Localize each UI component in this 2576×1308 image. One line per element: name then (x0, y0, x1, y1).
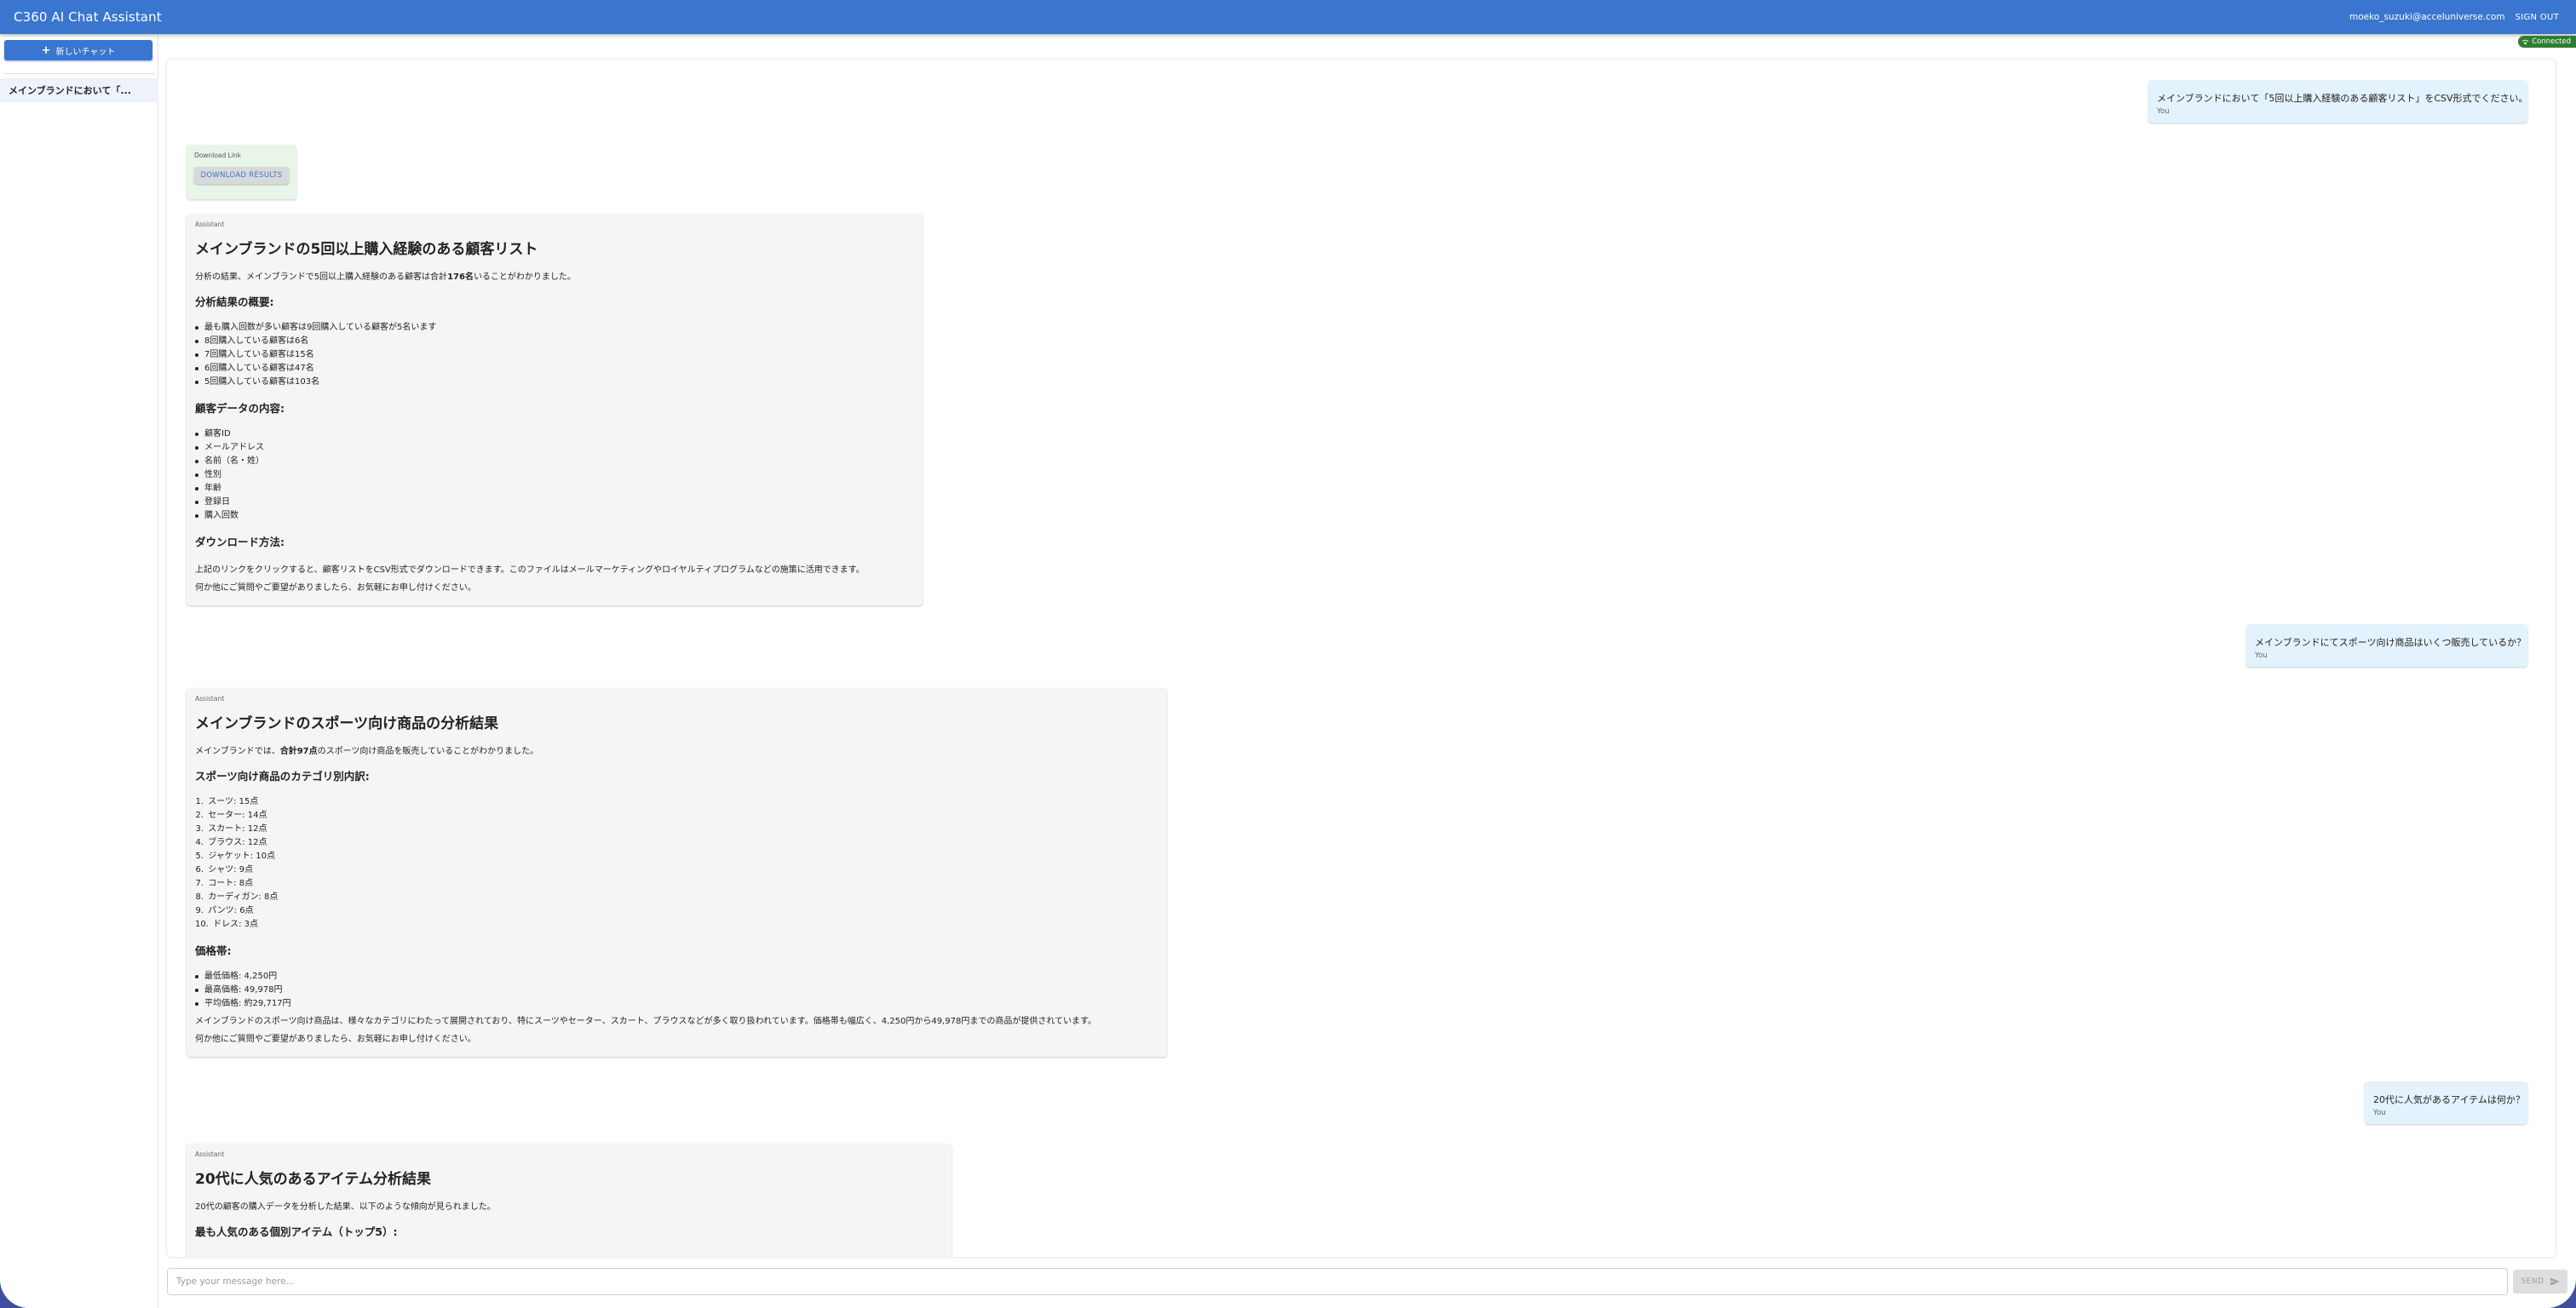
list-item: 5回購入している顧客は103名 (195, 376, 914, 389)
list-item: 10. ドレス: 3点 (195, 920, 259, 929)
message-author: Assistant (195, 221, 225, 228)
download-link-message: Download Link DOWNLOAD RESULTS (187, 145, 296, 199)
list-item: 8回購入している顧客は6名 (195, 335, 914, 348)
user-message-text: 20代に人気があるアイテムは何か？ (2373, 1094, 2525, 1105)
list-item: 6. シャツ: 9点 (195, 865, 254, 875)
message-author: You (2373, 1109, 2386, 1117)
download-link-label: Download Link (194, 152, 242, 159)
section-heading: スポーツ向け商品のカテゴリ別内訳: (195, 770, 370, 783)
user-message: メインブランドにおいて「5回以上購入経験のある顧客リスト」をCSV形式でください… (2148, 80, 2528, 123)
message-author: Assistant (195, 1150, 225, 1158)
send-icon (2550, 1277, 2560, 1286)
list-item: メールアドレス (195, 441, 914, 455)
sidebar-divider (4, 73, 154, 74)
user-message-text: メインブランドにおいて「5回以上購入経験のある顧客リスト」をCSV形式でください… (2157, 93, 2528, 104)
user-message-text: メインブランドにてスポーツ向け商品はいくつ販売しているか？ (2255, 637, 2527, 648)
list-item: 最高価格: 49,978円 (195, 984, 1159, 997)
send-label: SEND (2521, 1277, 2544, 1286)
list-item: 7回購入している顧客は15名 (195, 348, 914, 362)
message-title: 20代に人気のあるアイテム分析結果 (195, 1171, 431, 1188)
message-input[interactable] (176, 1276, 2498, 1287)
send-button[interactable]: SEND (2513, 1270, 2567, 1294)
download-results-button[interactable]: DOWNLOAD RESULTS (194, 167, 289, 184)
message-intro: メインブランドでは、合計97点のスポーツ向け商品を販売していることがわかりました… (195, 747, 539, 756)
section-heading: 価格帯: (195, 944, 232, 957)
list-item: 性別 (195, 468, 914, 482)
message-intro: 20代の顧客の購入データを分析した結果、以下のような傾向が見られました。 (195, 1202, 496, 1212)
message-input-container (167, 1268, 2508, 1295)
list-item: 6回購入している顧客は47名 (195, 362, 914, 376)
summary-list: 最も購入回数が多い顧客は9回購入している顧客が5名います 8回購入している顧客は… (195, 321, 914, 389)
list-item: 9. パンツ: 6点 (195, 906, 254, 915)
message-title: メインブランドの5回以上購入経験のある顧客リスト (195, 241, 538, 258)
user-message: メインブランドにてスポーツ向け商品はいくつ販売しているか？ You (2246, 624, 2527, 667)
list-item: 最も購入回数が多い顧客は9回購入している顧客が5名います (195, 321, 914, 335)
user-email: moeko_suzuki@acceluniverse.com (2349, 12, 2505, 22)
list-item: 最低価格: 4,250円 (195, 970, 1159, 984)
sidebar-chat-item[interactable]: メインブランドにおいて「... (0, 78, 158, 102)
new-chat-label: 新しいチャット (55, 47, 116, 57)
message-intro: 分析の結果、メインブランドで5回以上購入経験のある顧客は合計176名いることがわ… (195, 272, 576, 282)
sign-out-button[interactable]: SIGN OUT (2516, 13, 2559, 22)
list-item: 7. コート: 8点 (195, 879, 254, 888)
app-window: C360 AI Chat Assistant moeko_suzuki@acce… (0, 0, 2576, 1308)
list-item: 8. カーディガン: 8点 (195, 892, 279, 902)
section-heading: 顧客データの内容: (195, 402, 285, 415)
list-item: 1. スーツ: 15点 (195, 797, 259, 806)
assistant-message: Assistant メインブランドの5回以上購入経験のある顧客リスト 分析の結果… (187, 214, 923, 605)
message-author: You (2157, 107, 2170, 116)
app-title: C360 AI Chat Assistant (14, 9, 162, 25)
list-item: 平均価格: 約29,717円 (195, 997, 1159, 1011)
list-item: 顧客ID (195, 427, 914, 441)
wifi-icon (2521, 39, 2529, 44)
message-author: Assistant (195, 695, 225, 703)
message-closing: 何か他にご質問やご要望がありましたら、お気軽にお申し付けください。 (195, 1035, 476, 1044)
message-paragraph: 上記のリンクをクリックすると、顧客リストをCSV形式でダウンロードできます。この… (195, 565, 865, 575)
list-item: 5. ジャケット: 10点 (195, 852, 275, 861)
list-item: 購入回数 (195, 509, 914, 523)
list-item: 名前（名・姓） (195, 455, 914, 468)
list-item: 登録日 (195, 496, 914, 509)
plus-icon: + (41, 43, 51, 57)
section-heading: 分析結果の概要: (195, 295, 274, 308)
section-heading: ダウンロード方法: (195, 536, 285, 548)
message-author: You (2255, 651, 2268, 660)
category-list: 1. スーツ: 15点 2. セーター: 14点 3. スカート: 12点 4.… (195, 795, 1159, 932)
new-chat-button[interactable]: + 新しいチャット (4, 40, 152, 60)
chat-message-area[interactable]: メインブランドにおいて「5回以上購入経験のある顧客リスト」をCSV形式でください… (167, 60, 2556, 1257)
list-item: 年齢 (195, 482, 914, 496)
user-message: 20代に人気があるアイテムは何か？ You (2365, 1081, 2527, 1124)
message-title: メインブランドのスポーツ向け商品の分析結果 (195, 715, 499, 732)
assistant-message: Assistant 20代に人気のあるアイテム分析結果 20代の顧客の購入データ… (187, 1144, 952, 1257)
connection-status-badge: Connected (2518, 36, 2576, 48)
list-item: 4. ブラウス: 12点 (195, 838, 267, 847)
connection-status-text: Connected (2532, 37, 2571, 46)
list-item: 2. セーター: 14点 (195, 811, 267, 820)
price-list: 最低価格: 4,250円 最高価格: 49,978円 平均価格: 約29,717… (195, 970, 1159, 1011)
data-fields-list: 顧客ID メールアドレス 名前（名・姓） 性別 年齢 登録日 購入回数 (195, 427, 914, 523)
section-heading: 最も人気のある個別アイテム（トップ5）: (195, 1225, 398, 1238)
sidebar: + 新しいチャット メインブランドにおいて「... (0, 34, 158, 1308)
list-item: 3. スカート: 12点 (195, 824, 267, 834)
app-bar: C360 AI Chat Assistant moeko_suzuki@acce… (0, 0, 2576, 34)
message-closing: 何か他にご質問やご要望がありましたら、お気軽にお申し付けください。 (195, 583, 476, 593)
message-paragraph: メインブランドのスポーツ向け商品は、様々なカテゴリにわたって展開されており、特に… (195, 1017, 1097, 1026)
assistant-message: Assistant メインブランドのスポーツ向け商品の分析結果 メインブランドで… (187, 688, 1167, 1057)
